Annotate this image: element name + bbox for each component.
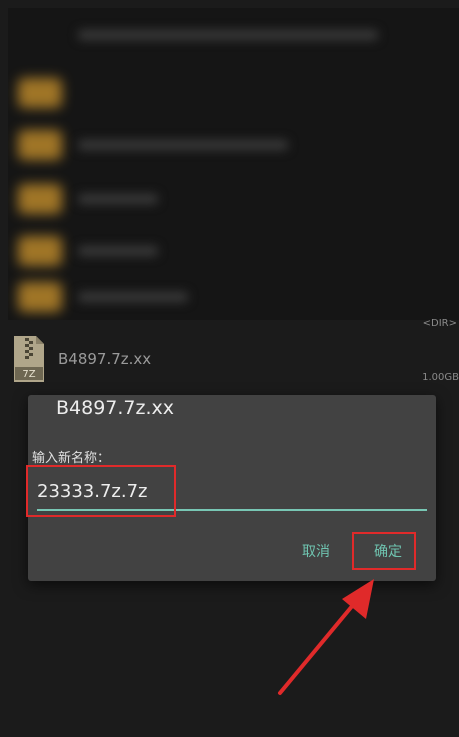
svg-text:7Z: 7Z [22, 369, 35, 380]
folder-icon [18, 130, 62, 160]
folder-icon [18, 78, 62, 108]
list-item [8, 126, 459, 166]
file-name: B4897.7z.xx [58, 350, 152, 368]
confirm-highlight-box [352, 532, 416, 570]
rename-prompt-label: 输入新名称： [32, 451, 111, 466]
list-item [8, 178, 459, 218]
list-item [8, 278, 459, 318]
dialog-title: B4897.7z.xx [56, 397, 175, 419]
folder-icon [18, 184, 62, 214]
folder-icon [18, 282, 62, 312]
blurred-file-list [8, 8, 459, 320]
folder-icon [18, 236, 62, 266]
file-list-item[interactable]: 7Z B4897.7z.xx 1.00GB [0, 330, 459, 392]
list-item [8, 16, 459, 56]
dir-tag: <DIR> [422, 318, 457, 329]
file-size: 1.00GB [422, 372, 459, 383]
list-item [8, 230, 459, 270]
list-item [8, 70, 459, 110]
annotation-arrow-icon [278, 579, 374, 695]
input-highlight-box [26, 465, 176, 517]
zip-archive-icon: 7Z [14, 336, 44, 382]
rename-dialog: B4897.7z.xx 输入新名称： 取消 确定 [26, 395, 436, 581]
cancel-button[interactable]: 取消 [296, 540, 336, 562]
